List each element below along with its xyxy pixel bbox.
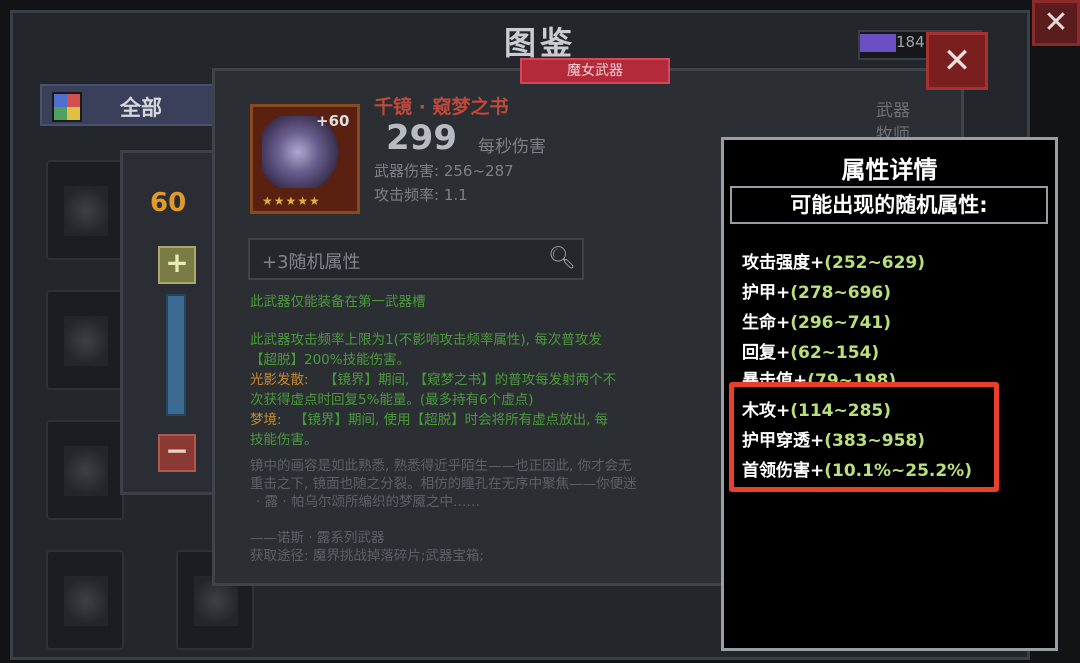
desc-line: 【镜界】期间, 【窥梦之书】的普攻每发射两个不	[324, 372, 617, 388]
weapon-name: 千镜 · 窥梦之书	[374, 96, 509, 118]
weapon-thumb-icon	[64, 186, 108, 236]
attr-name: 生命+	[742, 313, 791, 333]
level-plus-button[interactable]: +	[158, 246, 196, 284]
desc-line: 【超脱】200%技能伤害。	[250, 352, 411, 368]
weapon-level-badge: +60	[316, 112, 350, 130]
level-slider-track[interactable]	[166, 294, 186, 416]
popup-title: 属性详情	[841, 156, 938, 184]
filter-color-icon	[52, 92, 82, 122]
attr-range: (278~696)	[790, 283, 892, 303]
level-minus-button[interactable]: −	[158, 434, 196, 472]
weapon-dps: 299	[386, 118, 457, 158]
attr-name: 护甲+	[742, 283, 791, 303]
desc-line: 此武器仅能装备在第一武器槽	[250, 294, 426, 310]
attr-range: (62~154)	[790, 343, 880, 363]
weapon-thumb-icon	[64, 446, 108, 496]
random-attr-value: +3随机属性	[262, 252, 361, 273]
close-icon[interactable]: ✕	[1032, 0, 1080, 46]
gem-icon	[860, 34, 896, 52]
attr-name: 攻击强度+	[742, 253, 825, 273]
lore-line: 重击之下, 镜面也随之分裂。相仿的瞳孔在无序中聚焦——你便迷	[250, 476, 637, 492]
weapon-type-tag: 武器	[876, 101, 910, 121]
popup-subtitle: 可能出现的随机属性:	[730, 186, 1048, 224]
highlight-box	[729, 382, 999, 492]
desc-line: 次获得虚点时回复5%能量。(最多持有6个虚点)	[250, 392, 534, 408]
attribute-row: 护甲+(278~696)	[742, 278, 891, 303]
attribute-row: 生命+(296~741)	[742, 308, 891, 333]
weapon-thumb-icon	[64, 576, 108, 626]
series-line: ——诺斯 · 露系列武器	[250, 530, 385, 546]
search-icon[interactable]: 🔍︎	[548, 246, 576, 272]
filter-label: 全部	[120, 96, 162, 120]
weapon-attack-rate: 攻击频率: 1.1	[374, 186, 468, 204]
weapon-stars: ★★★★★	[262, 194, 321, 208]
desc-line: 【镜界】期间, 使用【超脱】时会将所有虚点放出, 每	[294, 412, 609, 428]
codex-slot[interactable]	[46, 420, 124, 520]
lore-line: 镜中的画容是如此熟悉, 熟悉得近乎陌生——也正因此, 你才会无	[250, 458, 632, 474]
level-value: 60	[150, 188, 187, 218]
desc-line: 此武器攻击频率上限为1(不影响攻击频率属性), 每次普攻发	[250, 332, 602, 348]
desc-line: 技能伤害。	[250, 432, 318, 448]
weapon-dps-label: 每秒伤害	[478, 137, 546, 157]
desc-label: 梦境:	[250, 412, 282, 428]
attribute-row: 回复+(62~154)	[742, 338, 879, 363]
attr-name: 回复+	[742, 343, 791, 363]
lore-line: · 露 · 帕乌尔颂所编织的梦魇之中……	[256, 494, 480, 510]
category-ribbon: 魔女武器	[520, 58, 670, 84]
attr-range: (296~741)	[790, 313, 892, 333]
codex-slot[interactable]	[46, 550, 124, 650]
attr-range: (252~629)	[824, 253, 926, 273]
attribute-row: 攻击强度+(252~629)	[742, 248, 925, 273]
close-icon[interactable]: ✕	[926, 32, 988, 90]
weapon-thumb-icon	[64, 316, 108, 366]
desc-label: 光影发散:	[250, 372, 309, 388]
codex-slot[interactable]	[46, 160, 124, 260]
weapon-damage: 武器伤害: 256~287	[374, 162, 514, 180]
source-line: 获取途径: 魔界挑战掉落碎片;武器宝箱;	[250, 548, 484, 564]
codex-slot[interactable]	[46, 290, 124, 390]
gem-count: 184	[896, 33, 925, 51]
